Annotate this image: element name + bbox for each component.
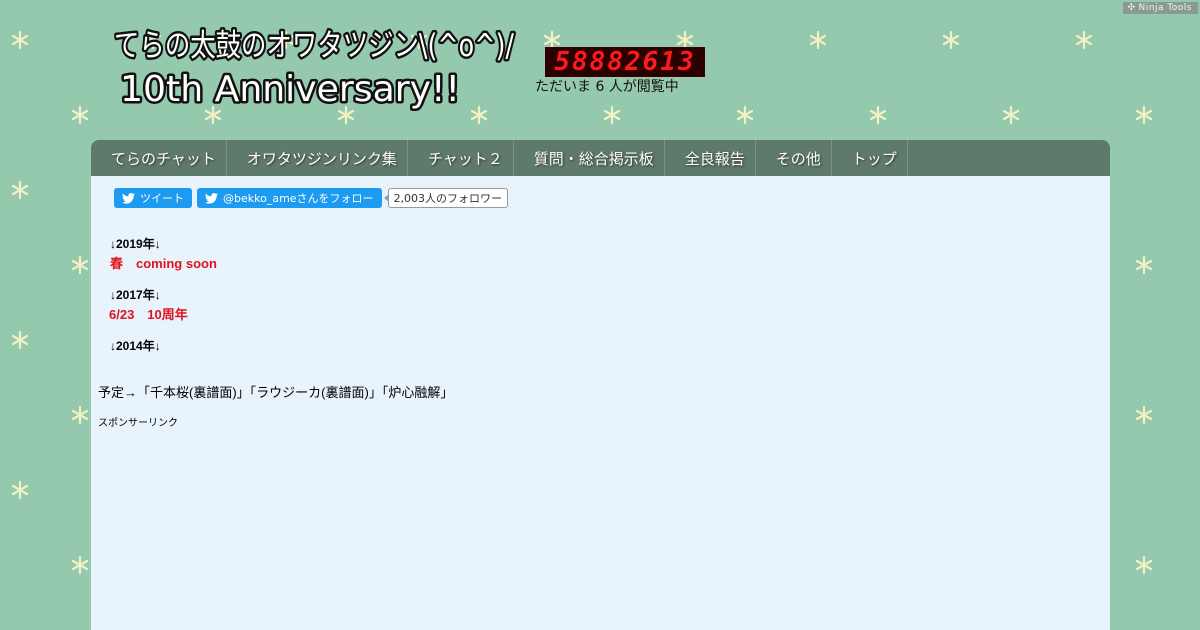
event-2017: 6/23 10周年 xyxy=(109,307,188,322)
year-heading-2019: ↓2019年↓ xyxy=(110,237,161,251)
twitter-share-bar: ツイート @bekko_ameさんをフォロー 2,003人のフォロワー xyxy=(114,188,509,208)
star-decoration xyxy=(1135,105,1153,125)
follow-button-label: @bekko_ameさんをフォロー xyxy=(223,192,374,205)
twitter-bird-icon xyxy=(122,192,135,204)
event-2019: 春 coming soon xyxy=(110,256,217,271)
site-header: てらの太鼓のオワタツジン\(^o^)/ 10th Anniversary!! 5… xyxy=(90,0,1110,140)
viewers-now: ただいま 6 人が閲覧中 xyxy=(535,79,679,95)
plan-text: 予定→「千本桜(裏譜面)」「ラウジーカ(裏譜面)」「炉心融解」 xyxy=(98,385,454,400)
main-content: ツイート @bekko_ameさんをフォロー 2,003人のフォロワー ↓201… xyxy=(91,176,1110,630)
star-decoration xyxy=(71,555,89,575)
nav-item-top[interactable]: トップ xyxy=(832,140,908,176)
year-heading-2014: ↓2014年↓ xyxy=(110,339,161,353)
access-counter: 58882613 xyxy=(545,47,705,77)
year-heading-2017: ↓2017年↓ xyxy=(110,288,161,302)
star-decoration xyxy=(11,180,29,200)
star-decoration xyxy=(1135,255,1153,275)
tweet-button-label: ツイート xyxy=(140,192,184,205)
site-logo[interactable]: てらの太鼓のオワタツジン\(^o^)/ 10th Anniversary!! xyxy=(110,18,520,113)
star-decoration xyxy=(11,330,29,350)
nav-item-tera-chat[interactable]: てらのチャット xyxy=(91,140,227,176)
star-decoration xyxy=(71,405,89,425)
star-decoration xyxy=(1135,555,1153,575)
ninja-tools-icon: ✣ xyxy=(1127,3,1136,13)
star-decoration xyxy=(71,105,89,125)
star-decoration xyxy=(71,255,89,275)
sponsor-link-label: スポンサーリンク xyxy=(98,418,178,429)
ninja-tools-label: Ninja Tools xyxy=(1138,3,1192,13)
nav-item-chat-2[interactable]: チャット２ xyxy=(408,140,514,176)
twitter-bird-icon xyxy=(205,192,218,204)
tweet-button[interactable]: ツイート xyxy=(114,188,192,208)
follower-count[interactable]: 2,003人のフォロワー xyxy=(383,188,509,208)
main-nav: てらのチャット オワタツジンリンク集 チャット２ 質問・総合掲示板 全良報告 そ… xyxy=(91,140,1110,176)
nav-item-bbs[interactable]: 質問・総合掲示板 xyxy=(514,140,665,176)
nav-item-other[interactable]: その他 xyxy=(756,140,832,176)
ninja-tools-badge[interactable]: ✣ Ninja Tools xyxy=(1123,2,1198,14)
logo-title: てらの太鼓のオワタツジン\(^o^)/ xyxy=(114,28,514,64)
star-decoration xyxy=(11,480,29,500)
nav-item-full-combo-report[interactable]: 全良報告 xyxy=(665,140,756,176)
nav-item-link-collection[interactable]: オワタツジンリンク集 xyxy=(227,140,408,176)
follow-button[interactable]: @bekko_ameさんをフォロー xyxy=(197,188,382,208)
star-decoration xyxy=(11,30,29,50)
star-decoration xyxy=(1135,405,1153,425)
logo-anniversary: 10th Anniversary!! xyxy=(120,69,460,110)
